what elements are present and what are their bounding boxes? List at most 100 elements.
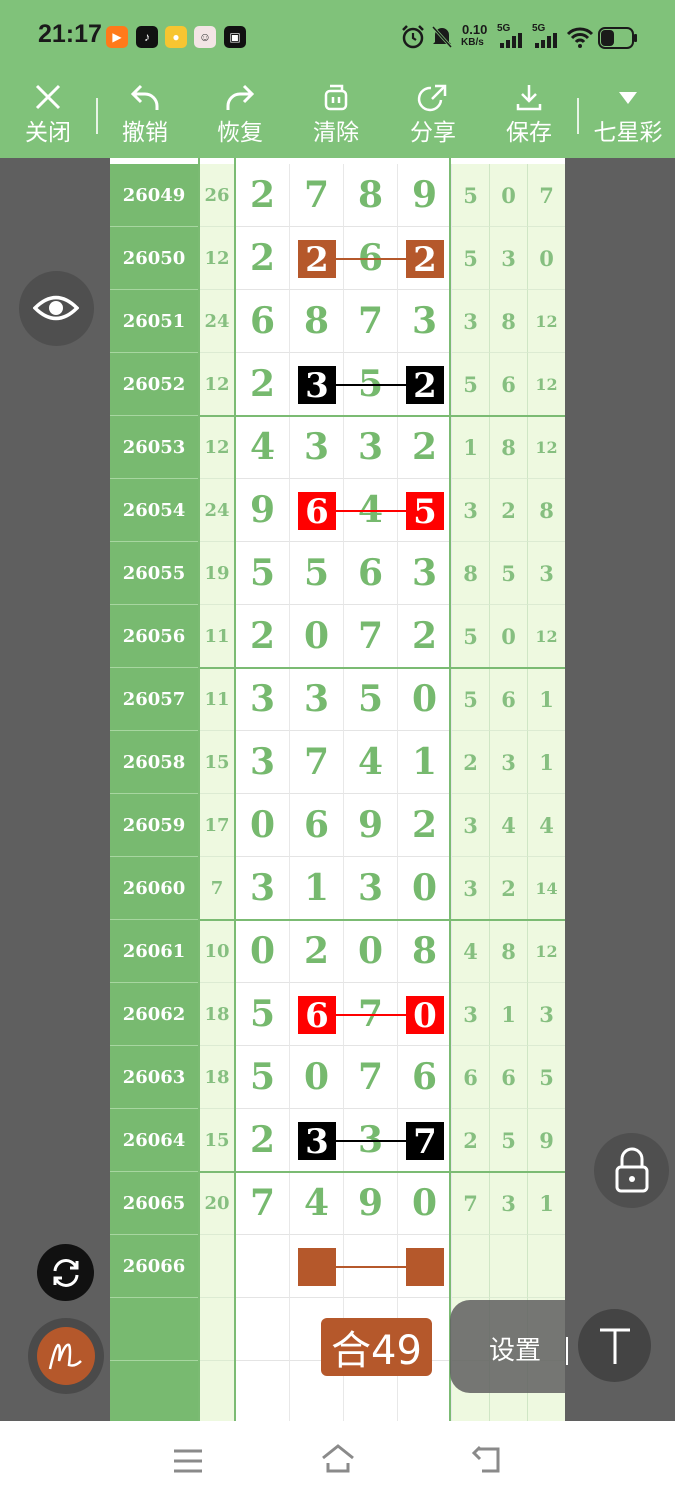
lock-button[interactable] [594,1133,669,1208]
table-row[interactable]: 26061 10 0 2 0 8 4 8 12 [110,920,565,983]
digit-cell[interactable]: 5 [290,542,344,605]
table-row[interactable]: 26058 15 3 7 4 1 2 3 1 [110,731,565,794]
digit-cell[interactable]: 9 [344,794,398,857]
digit-cell[interactable]: 9 [398,164,452,227]
digit-cell[interactable]: 3 [236,857,290,920]
highlight-annotation[interactable] [110,1235,565,1298]
highlight-box[interactable]: 7 [406,1122,444,1162]
digit-cell[interactable] [236,1361,290,1421]
digit-cell[interactable]: 3 [290,668,344,731]
clear-button[interactable]: 清除 [298,76,374,158]
digit-cell[interactable]: 5 [344,668,398,731]
digit-cell[interactable]: 0 [344,920,398,983]
highlight-box[interactable] [406,1248,444,1286]
highlight-box[interactable]: 0 [406,996,444,1036]
digit-cell[interactable]: 6 [344,542,398,605]
digit-cell[interactable]: 3 [398,542,452,605]
digit-cell[interactable]: 7 [290,164,344,227]
digit-cell[interactable]: 0 [398,857,452,920]
table-row[interactable]: 26060 7 3 1 3 0 3 2 14 [110,857,565,920]
digit-cell[interactable]: 2 [236,164,290,227]
lottery-chart-grid[interactable]: 2604926278950726050122262530260512468733… [110,158,565,1421]
close-button[interactable]: 关闭 [10,76,86,158]
menu-icon[interactable] [172,1447,204,1475]
table-row[interactable]: 26053 12 4 3 3 2 1 8 12 [110,416,565,479]
highlight-box[interactable]: 2 [298,240,336,280]
highlight-box[interactable]: 5 [406,492,444,532]
digit-cell[interactable]: 3 [236,668,290,731]
table-row[interactable]: 26055 19 5 5 6 3 8 5 3 [110,542,565,605]
redo-button[interactable]: 恢复 [202,76,278,158]
highlight-box[interactable]: 6 [298,996,336,1036]
digit-cell[interactable] [236,1298,290,1361]
digit-cell[interactable]: 2 [236,605,290,668]
table-row[interactable]: 26063 18 5 0 7 6 6 6 5 [110,1046,565,1109]
digit-cell[interactable]: 6 [290,794,344,857]
digit-cell[interactable]: 3 [290,416,344,479]
back-icon[interactable] [470,1445,504,1475]
digit-cell[interactable]: 3 [344,416,398,479]
digit-cell[interactable]: 4 [344,731,398,794]
sum-cell: 12 [199,416,235,479]
undo-button[interactable]: 撤销 [107,76,183,158]
digit-cell[interactable]: 3 [236,731,290,794]
highlight-box[interactable]: 2 [406,240,444,280]
digit-cell[interactable]: 5 [236,1046,290,1109]
highlight-box[interactable]: 2 [406,366,444,406]
toggle-visibility-button[interactable] [19,271,94,346]
digit-cell[interactable]: 8 [398,920,452,983]
digit-cell[interactable]: 0 [236,920,290,983]
digit-cell[interactable]: 5 [236,542,290,605]
lottery-selector[interactable]: 七星彩 [585,76,671,158]
digit-cell[interactable]: 7 [344,1046,398,1109]
highlight-box[interactable] [298,1248,336,1286]
digit-cell[interactable]: 8 [344,164,398,227]
table-row[interactable]: 26059 17 0 6 9 2 3 4 4 [110,794,565,857]
highlight-annotation[interactable]: 65 [110,479,565,542]
highlight-annotation[interactable]: 32 [110,353,565,416]
digit-cell[interactable]: 7 [236,1172,290,1235]
digit-cell[interactable]: 0 [236,794,290,857]
refresh-button[interactable] [37,1244,94,1301]
digit-cell[interactable]: 7 [344,290,398,353]
digit-cell[interactable]: 7 [290,731,344,794]
share-button[interactable]: 分享 [395,76,471,158]
pen-tool-button[interactable] [28,1318,104,1394]
table-row[interactable]: 26065 20 7 4 9 0 7 3 1 [110,1172,565,1235]
digit-cell[interactable]: 0 [290,1046,344,1109]
home-icon[interactable] [320,1443,356,1475]
highlight-box[interactable]: 3 [298,1122,336,1162]
save-button[interactable]: 保存 [491,76,567,158]
highlight-annotation[interactable]: 60 [110,983,565,1046]
digit-cell[interactable]: 0 [398,1172,452,1235]
digit-cell[interactable]: 8 [290,290,344,353]
digit-cell[interactable]: 6 [236,290,290,353]
highlight-box[interactable]: 6 [298,492,336,532]
digit-cell[interactable]: 7 [344,605,398,668]
digit-cell[interactable]: 6 [398,1046,452,1109]
highlight-annotation[interactable]: 37 [110,1109,565,1172]
digit-cell[interactable]: 2 [398,605,452,668]
digit-cell[interactable]: 3 [398,290,452,353]
digit-cell[interactable]: 1 [290,857,344,920]
digit-cell[interactable]: 0 [290,605,344,668]
digit-cell[interactable]: 2 [290,920,344,983]
download-icon [516,85,542,111]
digit-cell[interactable]: 1 [398,731,452,794]
highlight-annotation[interactable]: 22 [110,227,565,290]
settings-button[interactable]: 设置 [489,1330,541,1367]
digit-cell[interactable]: 2 [398,416,452,479]
text-tool-button[interactable] [578,1309,651,1382]
table-row[interactable]: 26057 11 3 3 5 0 5 6 1 [110,668,565,731]
digit-cell[interactable]: 4 [236,416,290,479]
sum-column-separator [234,158,236,1421]
table-row[interactable]: 26051 24 6 8 7 3 3 8 12 [110,290,565,353]
digit-cell[interactable]: 4 [290,1172,344,1235]
table-row[interactable]: 26049 26 2 7 8 9 5 0 7 [110,164,565,227]
digit-cell[interactable]: 2 [398,794,452,857]
highlight-box[interactable]: 3 [298,366,336,406]
digit-cell[interactable]: 3 [344,857,398,920]
digit-cell[interactable]: 9 [344,1172,398,1235]
table-row[interactable]: 26056 11 2 0 7 2 5 0 12 [110,605,565,668]
digit-cell[interactable]: 0 [398,668,452,731]
